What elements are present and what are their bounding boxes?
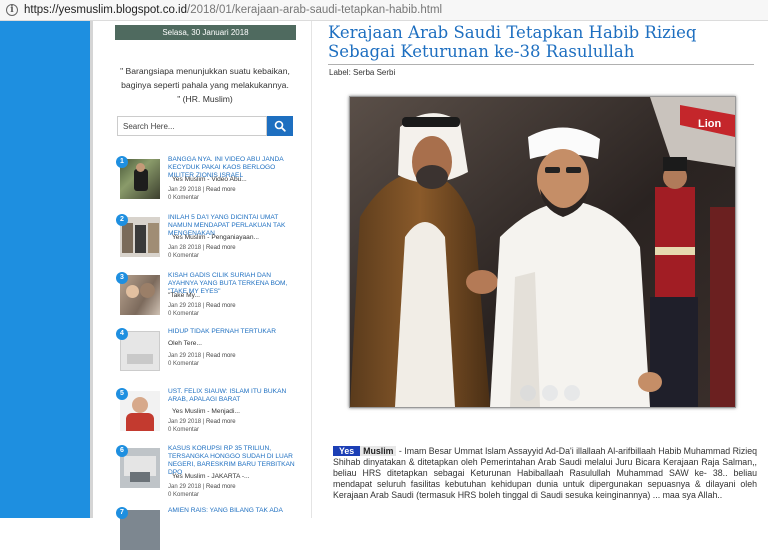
search-icon xyxy=(274,120,286,132)
date-bar: Selasa, 30 Januari 2018 xyxy=(115,25,296,40)
read-more-link[interactable]: Read more xyxy=(206,303,236,309)
page-edge xyxy=(90,21,93,518)
title-underline xyxy=(328,64,754,65)
comment-count[interactable]: 0 Komentar xyxy=(168,492,199,498)
comment-count[interactable]: 0 Komentar xyxy=(168,253,199,259)
post-meta: Jan 29 2018 | Read more 0 Komentar xyxy=(168,419,236,433)
read-more-link[interactable]: Read more xyxy=(206,353,236,359)
list-item[interactable]: 4 HIDUP TIDAK PERNAH TERTUKAR Oleh Tere.… xyxy=(116,328,294,388)
list-item[interactable]: 7 AMIEN RAIS: YANG BILANG TAK ADA xyxy=(116,507,296,550)
article-text: - Imam Besar Ummat Islam Assayyid Ad-Da'… xyxy=(333,446,758,500)
post-number-badge: 5 xyxy=(116,388,128,400)
comment-count[interactable]: 0 Komentar xyxy=(168,361,199,367)
article-title[interactable]: Kerajaan Arab Saudi Tetapkan Habib Rizie… xyxy=(328,23,768,61)
list-item[interactable]: 1 BANGGA NYA. INI VIDEO ABU JANDA KECYDU… xyxy=(116,156,294,216)
article-body: Yes Muslim - Imam Besar Ummat Islam Assay… xyxy=(333,446,757,501)
post-title[interactable]: UST. FELIX SIAUW: ISLAM ITU BUKAN ARAB, … xyxy=(168,388,296,404)
list-item[interactable]: 3 KISAH GADIS CILIK SURIAH DAN AYAHNYA Y… xyxy=(116,272,294,332)
hadith-quote: " Barangsiapa menunjukkan suatu kebaikan… xyxy=(120,66,290,104)
post-date: Jan 29 2018 xyxy=(168,187,202,193)
list-item[interactable]: 2 INILAH 5 DA'I YANG DICINTAI UMAT NAMUN… xyxy=(116,214,294,274)
post-snippet: Yes Muslim - Menjadi... xyxy=(172,408,240,415)
list-item[interactable]: 5 UST. FELIX SIAUW: ISLAM ITU BUKAN ARAB… xyxy=(116,388,294,448)
post-meta: Jan 29 2018 | Read more 0 Komentar xyxy=(168,484,236,498)
article-photo: Lion xyxy=(349,96,736,408)
page-background-left xyxy=(0,21,90,518)
photo-illustration: Lion xyxy=(350,97,735,407)
plane-logo-text: Lion xyxy=(698,118,721,130)
search-button[interactable] xyxy=(267,116,293,136)
read-more-link[interactable]: Read more xyxy=(206,484,236,490)
post-snippet: Yes Muslim - Video Abu... xyxy=(172,176,247,183)
post-date: Jan 29 2018 xyxy=(168,419,202,425)
list-item[interactable]: 6 KASUS KORUPSI RP 35 TRILIUN, TERSANGKA… xyxy=(116,445,295,505)
comment-count[interactable]: 0 Komentar xyxy=(168,427,199,433)
article-label[interactable]: Label: Serba Serbi xyxy=(329,68,395,77)
post-number-badge: 6 xyxy=(116,445,128,457)
search-input[interactable] xyxy=(117,116,267,136)
muslim-badge: Muslim xyxy=(360,446,397,456)
post-meta: Jan 29 2018 | Read more 0 Komentar xyxy=(168,353,236,367)
search-box xyxy=(117,116,293,136)
url-path: /2018/01/kerajaan-arab-saudi-tetapkan-ha… xyxy=(187,4,443,16)
post-meta: Jan 28 2018 | Read more 0 Komentar xyxy=(168,245,236,259)
post-number-badge: 2 xyxy=(116,214,128,226)
post-meta: Jan 29 2018 | Read more 0 Komentar xyxy=(168,187,236,201)
column-divider xyxy=(311,21,312,518)
post-number-badge: 4 xyxy=(116,328,128,340)
post-snippet: Yes Muslim - Penganiayaan... xyxy=(172,234,259,241)
post-snippet: Yes Muslim - JAKARTA -... xyxy=(172,473,250,480)
url-text[interactable]: https://yesmuslim.blogspot.co.id/2018/01… xyxy=(24,4,442,16)
post-snippet: Oleh Tere... xyxy=(168,340,202,347)
read-more-link[interactable]: Read more xyxy=(206,187,236,193)
read-more-link[interactable]: Read more xyxy=(206,245,236,251)
post-number-badge: 7 xyxy=(116,507,128,519)
post-title[interactable]: HIDUP TIDAK PERNAH TERTUKAR xyxy=(168,328,296,336)
post-meta: Jan 29 2018 | Read more 0 Komentar xyxy=(168,303,236,317)
post-snippet: "Take My... xyxy=(168,292,200,299)
post-date: Jan 29 2018 xyxy=(168,484,202,490)
url-host: https://yesmuslim.blogspot.co.id xyxy=(24,4,187,16)
read-more-link[interactable]: Read more xyxy=(206,419,236,425)
address-bar[interactable]: i https://yesmuslim.blogspot.co.id/2018/… xyxy=(0,0,768,21)
post-number-badge: 3 xyxy=(116,272,128,284)
post-date: Jan 29 2018 xyxy=(168,303,202,309)
comment-count[interactable]: 0 Komentar xyxy=(168,311,199,317)
post-title[interactable]: AMIEN RAIS: YANG BILANG TAK ADA xyxy=(168,507,296,515)
comment-count[interactable]: 0 Komentar xyxy=(168,195,199,201)
yes-badge: Yes xyxy=(333,446,361,456)
post-date: Jan 29 2018 xyxy=(168,353,202,359)
post-date: Jan 28 2018 xyxy=(168,245,202,251)
post-number-badge: 1 xyxy=(116,156,128,168)
info-icon[interactable]: i xyxy=(6,4,18,16)
